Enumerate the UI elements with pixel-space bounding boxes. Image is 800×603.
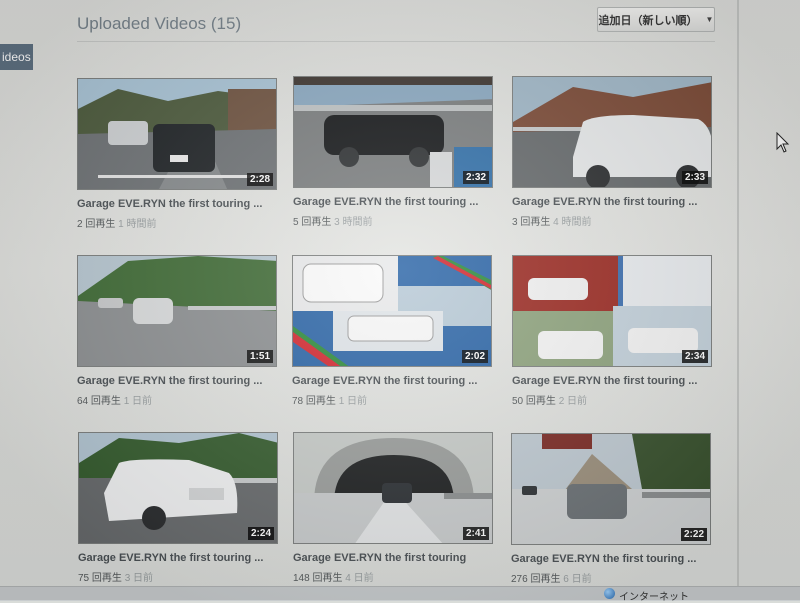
video-title-link[interactable]: Garage EVE.RYN the first touring ... bbox=[512, 196, 712, 208]
upload-age: 1 日前 bbox=[338, 396, 368, 407]
sidebar-item-videos[interactable]: ideos bbox=[0, 44, 33, 70]
video-meta: 5 回再生 3 時間前 bbox=[293, 213, 493, 228]
page-edge bbox=[737, 0, 739, 590]
video-title-link[interactable]: Garage EVE.RYN the first touring ... bbox=[512, 375, 712, 387]
view-count: 78 回再生 bbox=[292, 396, 336, 407]
video-card[interactable]: 2:24 Garage EVE.RYN the first touring ..… bbox=[78, 432, 278, 584]
header-divider bbox=[77, 41, 715, 42]
upload-age: 4 時間前 bbox=[553, 217, 592, 228]
video-title-link[interactable]: Garage EVE.RYN the first touring bbox=[293, 552, 493, 564]
video-meta: 75 回再生 3 日前 bbox=[78, 569, 278, 584]
video-thumbnail[interactable]: 2:32 bbox=[293, 76, 493, 188]
view-count: 148 回再生 bbox=[293, 573, 343, 584]
video-meta: 3 回再生 4 時間前 bbox=[512, 213, 712, 228]
video-card[interactable]: 2:41 Garage EVE.RYN the first touring 14… bbox=[293, 432, 493, 584]
video-duration: 2:34 bbox=[681, 350, 708, 363]
video-card[interactable]: 2:33 Garage EVE.RYN the first touring ..… bbox=[512, 76, 712, 228]
upload-age: 3 日前 bbox=[124, 573, 154, 584]
upload-age: 1 日前 bbox=[123, 396, 153, 407]
view-count: 75 回再生 bbox=[78, 573, 122, 584]
video-title-link[interactable]: Garage EVE.RYN the first touring ... bbox=[78, 552, 278, 564]
video-thumbnail[interactable]: 2:28 bbox=[77, 78, 277, 190]
video-thumbnail[interactable]: 2:24 bbox=[78, 432, 278, 544]
status-bar: インターネット bbox=[0, 586, 800, 603]
video-card[interactable]: 2:02 Garage EVE.RYN the first touring ..… bbox=[292, 255, 492, 407]
video-duration: 2:41 bbox=[462, 527, 489, 540]
video-title-link[interactable]: Garage EVE.RYN the first touring ... bbox=[77, 375, 277, 387]
video-thumbnail[interactable]: 1:51 bbox=[77, 255, 277, 367]
view-count: 50 回再生 bbox=[512, 396, 556, 407]
video-title-link[interactable]: Garage EVE.RYN the first touring ... bbox=[293, 196, 493, 208]
video-meta: 2 回再生 1 時間前 bbox=[77, 215, 277, 230]
video-card[interactable]: 2:34 Garage EVE.RYN the first touring ..… bbox=[512, 255, 712, 407]
video-duration: 2:24 bbox=[247, 527, 274, 540]
video-meta: 50 回再生 2 日前 bbox=[512, 392, 712, 407]
upload-age: 6 日前 bbox=[563, 574, 592, 585]
view-count: 5 回再生 bbox=[293, 217, 332, 228]
video-thumbnail[interactable]: 2:02 bbox=[292, 255, 492, 367]
video-duration: 2:02 bbox=[461, 350, 488, 363]
video-thumbnail[interactable]: 2:33 bbox=[512, 76, 712, 188]
monitor-screen: ideos Uploaded Videos (15) 追加日（新しい順） ▼ 2… bbox=[0, 0, 800, 603]
video-duration: 2:33 bbox=[681, 171, 708, 184]
video-card[interactable]: 2:22 Garage EVE.RYN the first touring ..… bbox=[511, 433, 711, 585]
sort-label: 追加日（新しい順） bbox=[598, 14, 698, 27]
video-duration: 2:32 bbox=[462, 171, 489, 184]
video-title-link[interactable]: Garage EVE.RYN the first touring ... bbox=[292, 375, 492, 387]
video-thumbnail[interactable]: 2:34 bbox=[512, 255, 712, 367]
globe-icon bbox=[604, 588, 615, 599]
video-card[interactable]: 1:51 Garage EVE.RYN the first touring ..… bbox=[77, 255, 277, 407]
view-count: 276 回再生 bbox=[511, 574, 561, 585]
sort-dropdown[interactable]: 追加日（新しい順） ▼ bbox=[597, 7, 715, 32]
video-meta: 148 回再生 4 日前 bbox=[293, 569, 493, 584]
mouse-pointer-icon bbox=[776, 132, 790, 153]
video-thumbnail[interactable]: 2:41 bbox=[293, 432, 493, 544]
view-count: 2 回再生 bbox=[77, 219, 116, 230]
upload-age: 2 日前 bbox=[558, 396, 588, 407]
chevron-down-icon: ▼ bbox=[705, 15, 714, 24]
upload-age: 3 時間前 bbox=[334, 217, 373, 228]
view-count: 3 回再生 bbox=[512, 217, 551, 228]
security-zone-label: インターネット bbox=[619, 592, 689, 603]
video-duration: 2:28 bbox=[246, 173, 273, 186]
video-duration: 2:22 bbox=[680, 528, 707, 541]
page-title: Uploaded Videos (15) bbox=[77, 14, 242, 33]
video-title-link[interactable]: Garage EVE.RYN the first touring ... bbox=[77, 198, 277, 210]
video-title-link[interactable]: Garage EVE.RYN the first touring ... bbox=[511, 553, 711, 565]
video-duration: 1:51 bbox=[246, 350, 273, 363]
video-meta: 64 回再生 1 日前 bbox=[77, 392, 277, 407]
upload-age: 4 日前 bbox=[345, 573, 374, 584]
view-count: 64 回再生 bbox=[77, 396, 121, 407]
video-meta: 78 回再生 1 日前 bbox=[292, 392, 492, 407]
video-card[interactable]: 2:28 Garage EVE.RYN the first touring ..… bbox=[77, 78, 277, 230]
video-thumbnail[interactable]: 2:22 bbox=[511, 433, 711, 545]
upload-age: 1 時間前 bbox=[118, 219, 157, 230]
video-card[interactable]: 2:32 Garage EVE.RYN the first touring ..… bbox=[293, 76, 493, 228]
video-meta: 276 回再生 6 日前 bbox=[511, 570, 711, 585]
